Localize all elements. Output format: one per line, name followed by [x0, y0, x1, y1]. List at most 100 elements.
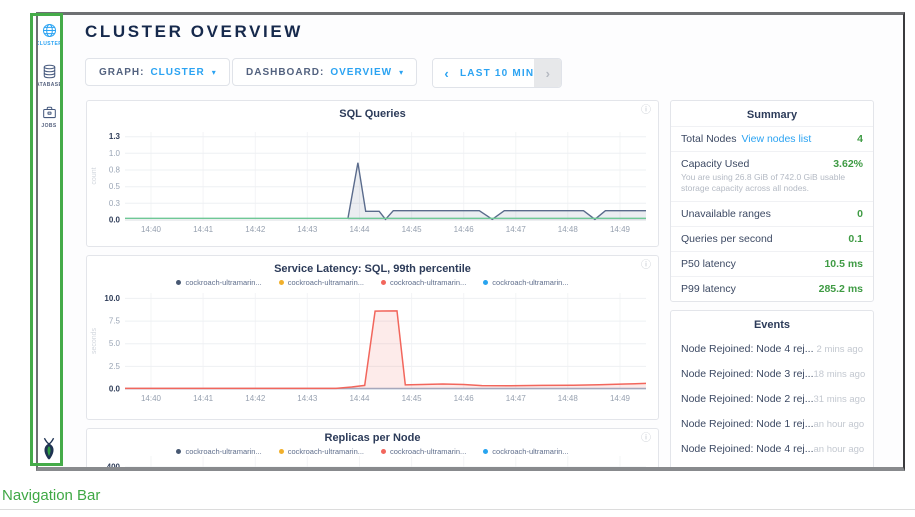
summary-row: Queries per second 0.1: [671, 226, 873, 251]
legend-dot-icon: [176, 449, 181, 454]
svg-text:5.0: 5.0: [109, 339, 121, 348]
svg-text:14:44: 14:44: [349, 394, 370, 403]
latency-panel: Service Latency: SQL, 99th percentileⓘ co…: [86, 255, 659, 420]
svg-text:0.0: 0.0: [109, 216, 121, 225]
replicas-panel-svg: 400: [87, 456, 658, 471]
summary-value: 285.2 ms: [819, 283, 863, 295]
chart-title: SQL Queries: [87, 101, 658, 120]
chart-title: Replicas per Node: [87, 429, 658, 444]
legend-dot-icon: [381, 280, 386, 285]
page-divider: [0, 509, 915, 510]
chevron-down-icon: ▾: [212, 68, 216, 77]
legend-item[interactable]: cockroach-ultramarin...: [279, 278, 364, 287]
info-icon[interactable]: ⓘ: [641, 434, 651, 444]
time-range-label: LAST 10 MIN: [460, 68, 534, 79]
chevron-down-icon: ▾: [399, 68, 403, 77]
event-row[interactable]: Node Rejoined: Node 3 rej...18 mins ago: [671, 361, 873, 386]
sql-queries-panel-svg: 0.00.30.50.81.01.314:4014:4114:4214:4314…: [87, 120, 658, 238]
summary-label: Capacity Used: [681, 158, 749, 170]
chart-title: Service Latency: SQL, 99th percentile: [87, 256, 658, 275]
svg-text:14:42: 14:42: [245, 225, 266, 234]
svg-text:0.8: 0.8: [109, 166, 121, 175]
time-range-selector: ‹ LAST 10 MIN ›: [432, 58, 562, 88]
graph-dropdown-value: CLUSTER: [150, 67, 204, 78]
svg-text:14:49: 14:49: [610, 225, 631, 234]
app-window: CLUSTERDATABASESJOBS CLUSTER OVERVIEW GR…: [36, 12, 905, 471]
svg-text:14:49: 14:49: [610, 394, 631, 403]
summary-label: P50 latency: [681, 258, 736, 270]
summary-value: 0.1: [848, 233, 863, 245]
event-row[interactable]: Node Rejoined: Node 4 rej...an hour ago: [671, 436, 873, 461]
event-message: Node Rejoined: Node 4 rej...: [681, 343, 814, 355]
view-nodes-link[interactable]: View nodes list: [741, 133, 811, 145]
info-icon[interactable]: ⓘ: [641, 106, 651, 116]
event-timestamp: an hour ago: [814, 419, 865, 430]
legend-item[interactable]: cockroach-ultramarin...: [483, 447, 568, 456]
legend-dot-icon: [279, 280, 284, 285]
graph-dropdown[interactable]: GRAPH: CLUSTER ▾: [85, 58, 230, 86]
summary-label: Unavailable ranges: [681, 208, 771, 220]
summary-panel: Summary Total NodesView nodes list4Capac…: [670, 100, 874, 302]
legend-dot-icon: [381, 449, 386, 454]
event-row[interactable]: Node Rejoined: Node 4 rej...2 mins ago: [671, 336, 873, 361]
summary-value: 3.62%: [833, 158, 863, 170]
summary-label: Total Nodes: [681, 133, 736, 145]
events-title: Events: [671, 311, 873, 336]
legend-item[interactable]: cockroach-ultramarin...: [279, 447, 364, 456]
event-timestamp: an hour ago: [814, 444, 865, 455]
legend-dot-icon: [483, 449, 488, 454]
legend-dot-icon: [176, 280, 181, 285]
event-message: Node Rejoined: Node 2 rej...: [681, 393, 814, 405]
graph-dropdown-label: GRAPH:: [99, 67, 144, 78]
replicas-panel: Replicas per Nodeⓘ cockroach-ultramarin..…: [86, 428, 659, 471]
time-next-button[interactable]: ›: [534, 59, 561, 87]
legend-item[interactable]: cockroach-ultramarin...: [483, 278, 568, 287]
event-message: Node Rejoined: Node 1 rej...: [681, 418, 814, 430]
annotation-caption: Navigation Bar: [2, 487, 100, 504]
time-range-button[interactable]: LAST 10 MIN: [460, 59, 534, 87]
svg-text:14:48: 14:48: [558, 394, 579, 403]
legend-label: cockroach-ultramarin...: [288, 278, 364, 287]
page-title: CLUSTER OVERVIEW: [85, 22, 303, 42]
summary-title: Summary: [671, 101, 873, 126]
chart-legend: cockroach-ultramarin... cockroach-ultrama…: [87, 277, 658, 287]
summary-caption: You are using 26.8 GiB of 742.0 GiB usab…: [681, 172, 863, 195]
info-icon[interactable]: ⓘ: [641, 261, 651, 271]
legend-label: cockroach-ultramarin...: [390, 447, 466, 456]
jobs-icon: [42, 105, 57, 120]
event-row[interactable]: Node Rejoined: Node 2 rej...31 mins ago: [671, 386, 873, 411]
sidebar-item-label: JOBS: [41, 123, 56, 129]
legend-label: cockroach-ultramarin...: [185, 278, 261, 287]
svg-text:14:45: 14:45: [402, 225, 423, 234]
legend-item[interactable]: cockroach-ultramarin...: [176, 278, 261, 287]
dashboard-dropdown[interactable]: DASHBOARD: OVERVIEW ▾: [232, 58, 417, 86]
legend-item[interactable]: cockroach-ultramarin...: [381, 278, 466, 287]
event-message: Node Rejoined: Node 3 rej...: [681, 368, 814, 380]
svg-text:14:46: 14:46: [454, 225, 475, 234]
toolbar: GRAPH: CLUSTER ▾ DASHBOARD: OVERVIEW ▾ ‹…: [60, 58, 903, 86]
svg-text:14:42: 14:42: [245, 394, 266, 403]
svg-text:14:47: 14:47: [506, 394, 527, 403]
event-row[interactable]: Node Rejoined: Node 1 rej...an hour ago: [671, 411, 873, 436]
svg-text:0.0: 0.0: [109, 385, 121, 394]
svg-text:1.0: 1.0: [109, 149, 121, 158]
time-prev-button[interactable]: ‹: [433, 59, 460, 87]
svg-text:14:48: 14:48: [558, 225, 579, 234]
events-panel: Events Node Rejoined: Node 4 rej...2 min…: [670, 310, 874, 471]
svg-text:14:45: 14:45: [402, 394, 423, 403]
svg-text:400: 400: [107, 463, 121, 472]
svg-text:14:40: 14:40: [141, 225, 162, 234]
legend-item[interactable]: cockroach-ultramarin...: [381, 447, 466, 456]
legend-item[interactable]: cockroach-ultramarin...: [176, 447, 261, 456]
summary-label: Queries per second: [681, 233, 773, 245]
svg-text:2.5: 2.5: [109, 362, 121, 371]
summary-row: Total NodesView nodes list4: [671, 126, 873, 151]
svg-text:14:46: 14:46: [454, 394, 475, 403]
svg-text:14:43: 14:43: [297, 225, 318, 234]
svg-text:count: count: [91, 167, 98, 184]
event-message: Node Rejoined: Node 4 rej...: [681, 443, 814, 455]
cockroachdb-logo[interactable]: [39, 437, 59, 461]
legend-dot-icon: [279, 449, 284, 454]
svg-text:14:43: 14:43: [297, 394, 318, 403]
event-timestamp: 18 mins ago: [814, 369, 866, 380]
